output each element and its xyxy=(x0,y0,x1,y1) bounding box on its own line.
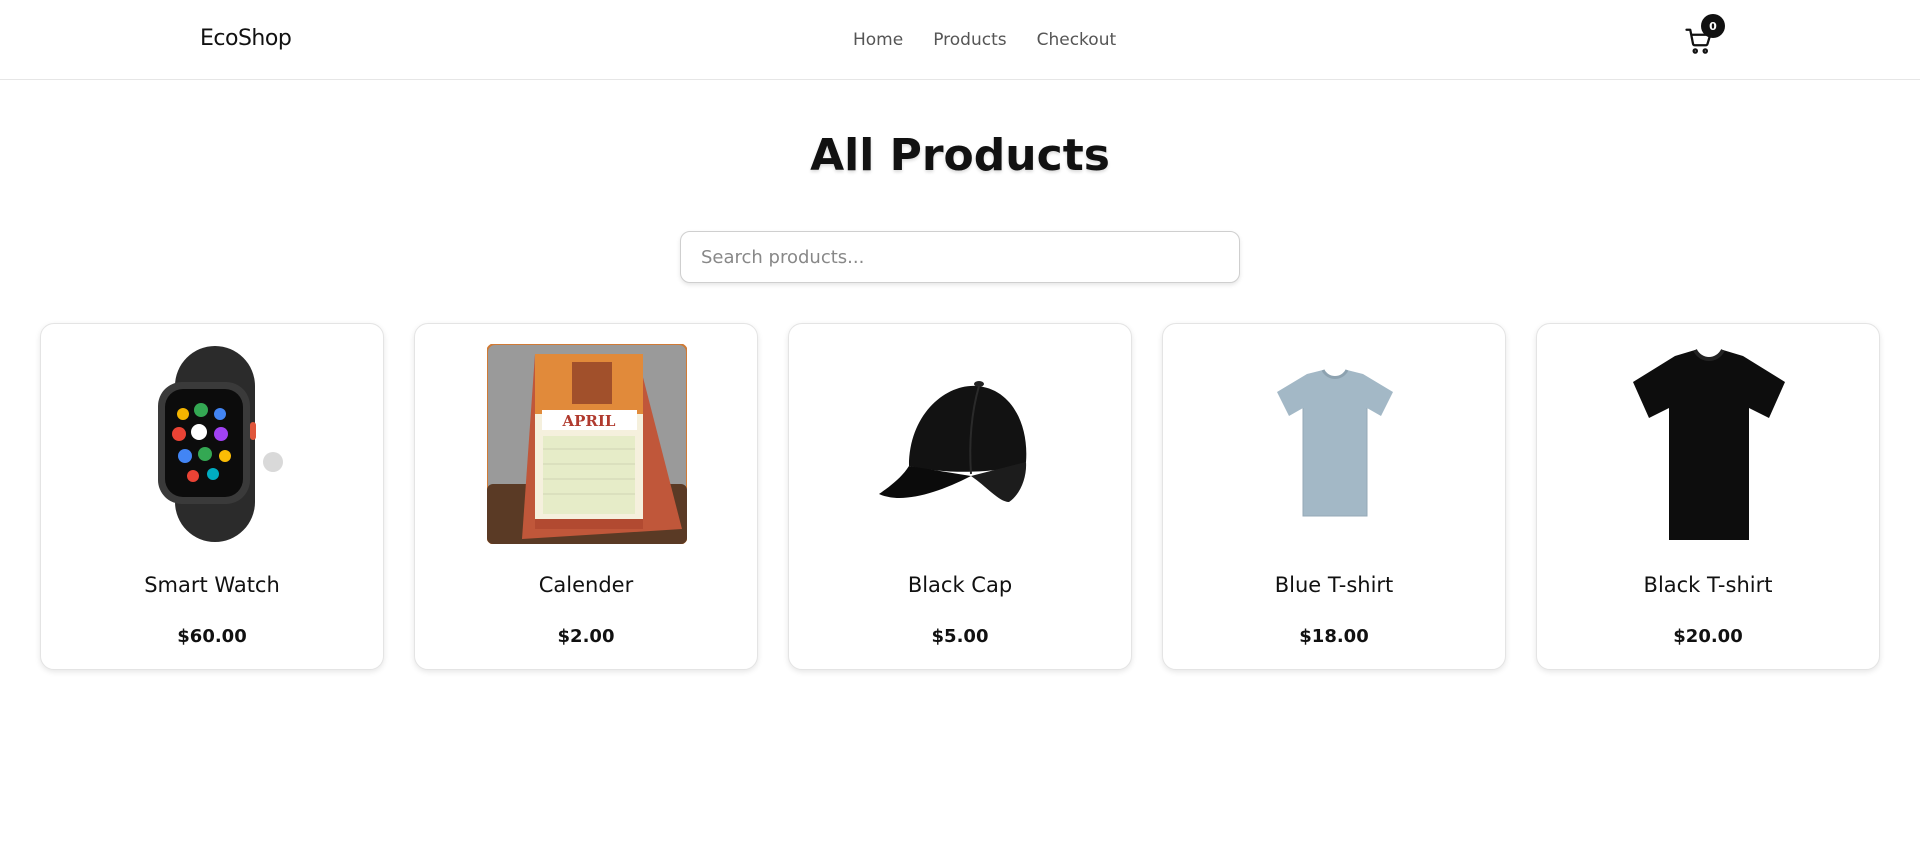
product-card-black-cap[interactable]: Black Cap $5.00 xyxy=(788,323,1132,670)
product-grid: Smart Watch $60.00 APRIL Calender $2.00 … xyxy=(40,323,1880,670)
product-price: $60.00 xyxy=(177,626,247,647)
page-title: All Products xyxy=(810,130,1110,181)
navbar: EcoShop Home Products Checkout 0 xyxy=(0,0,1920,80)
cart-count-badge: 0 xyxy=(1701,14,1725,38)
product-card-black-tshirt[interactable]: Black T-shirt $20.00 xyxy=(1536,323,1880,670)
product-price: $18.00 xyxy=(1299,626,1369,647)
black-cap-image xyxy=(861,344,1061,544)
product-name: Blue T-shirt xyxy=(1274,573,1394,597)
product-price: $5.00 xyxy=(931,626,989,647)
smart-watch-image xyxy=(113,344,313,544)
black-tshirt-image xyxy=(1609,344,1809,544)
product-card-smart-watch[interactable]: Smart Watch $60.00 xyxy=(40,323,384,670)
cart-button[interactable]: 0 xyxy=(1684,14,1725,56)
product-card-calendar[interactable]: APRIL Calender $2.00 xyxy=(414,323,758,670)
calendar-month-label: APRIL xyxy=(562,412,616,430)
product-name: Black Cap xyxy=(907,573,1013,597)
product-name: Smart Watch xyxy=(144,573,280,597)
product-name: Calender xyxy=(538,573,634,597)
search-input[interactable] xyxy=(680,231,1240,283)
nav-products-link[interactable]: Products xyxy=(933,30,1006,50)
product-card-blue-tshirt[interactable]: Blue T-shirt $18.00 xyxy=(1162,323,1506,670)
blue-tshirt-image xyxy=(1235,344,1435,544)
nav-checkout-link[interactable]: Checkout xyxy=(1037,30,1117,50)
product-name: Black T-shirt xyxy=(1643,573,1773,597)
brand-logo[interactable]: EcoShop xyxy=(200,26,292,51)
nav-home-link[interactable]: Home xyxy=(853,30,903,50)
nav-links: Home Products Checkout xyxy=(853,30,1116,50)
product-price: $2.00 xyxy=(557,626,615,647)
calendar-image: APRIL xyxy=(487,344,687,544)
product-price: $20.00 xyxy=(1673,626,1743,647)
